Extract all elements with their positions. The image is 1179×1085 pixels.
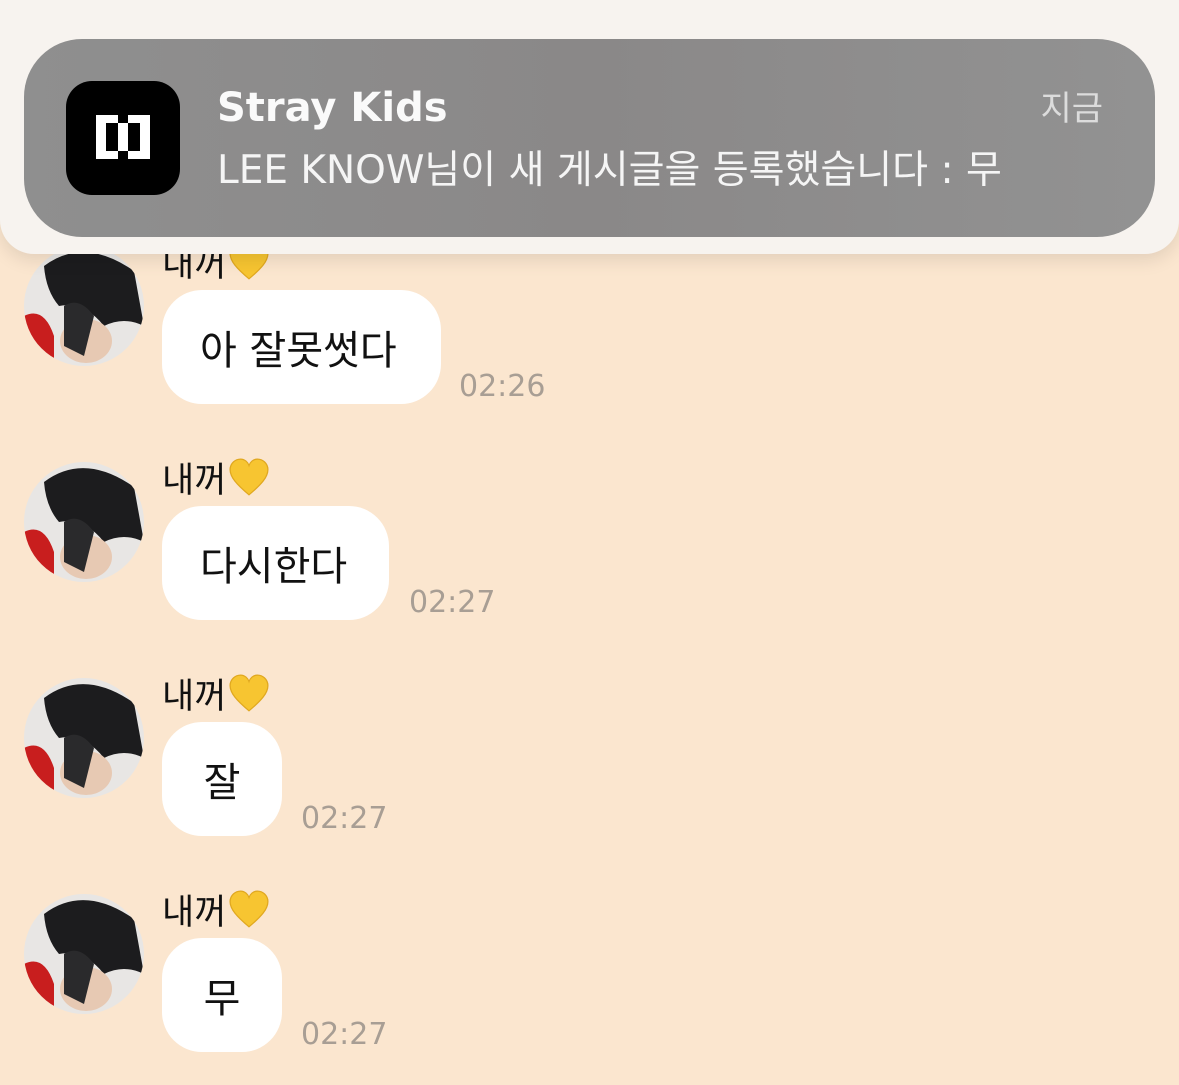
sender-name: 내꺼 [162,452,270,503]
notification-app-name: Stray Kids [217,85,448,131]
sender-label: 내꺼 [162,677,227,717]
sender-name: 내꺼 [162,884,270,935]
push-notification[interactable]: Stray Kids 지금 LEE KNOW님이 새 게시글을 등록했습니다 :… [24,39,1155,237]
message-time: 02:27 [301,1017,388,1052]
notification-body: LEE KNOW님이 새 게시글을 등록했습니다 : 무 [217,148,1002,193]
message-row: 내꺼 잘 02:27 [0,673,1179,858]
sender-label: 내꺼 [162,893,227,933]
message-time: 02:27 [409,585,496,620]
sender-name: 내꺼 [162,668,270,719]
message-text: 아 잘못썻다 [200,328,397,374]
avatar[interactable] [24,462,144,582]
message-row: 내꺼 무 02:27 [0,889,1179,1074]
avatar[interactable] [24,894,144,1014]
message-bubble[interactable]: 아 잘못썻다 [162,290,441,404]
message-text: 다시한다 [200,544,348,590]
app-icon [66,81,180,195]
yellow-heart-icon [229,457,269,496]
message-text: 잘 [203,760,241,806]
message-row: 내꺼 다시한다 02:27 [0,457,1179,642]
sender-label: 내꺼 [162,461,227,501]
message-text: 무 [203,976,241,1022]
yellow-heart-icon [229,889,269,928]
message-time: 02:27 [301,801,388,836]
avatar[interactable] [24,678,144,798]
message-bubble[interactable]: 무 [162,938,282,1052]
notification-time: 지금 [1040,89,1103,129]
avatar[interactable] [24,246,144,366]
bracket-logo-icon [96,115,150,159]
message-bubble[interactable]: 잘 [162,722,282,836]
message-time: 02:26 [459,369,546,404]
message-bubble[interactable]: 다시한다 [162,506,389,620]
yellow-heart-icon [229,673,269,712]
message-row: 내꺼 아 잘못썻다 02:26 [0,241,1179,426]
